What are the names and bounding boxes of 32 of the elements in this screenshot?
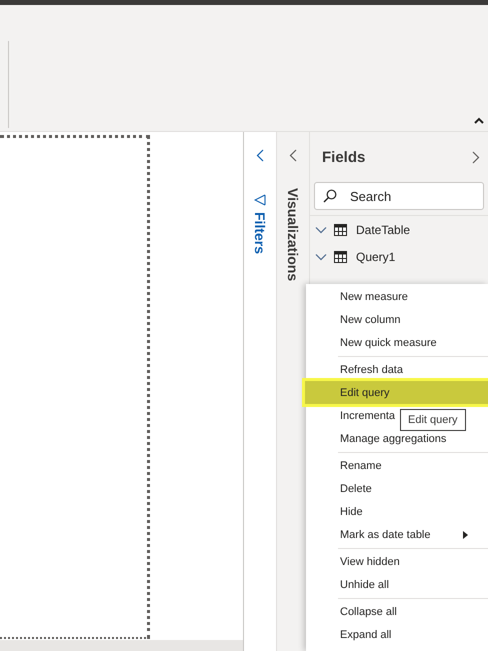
chevron-right-icon[interactable] bbox=[472, 150, 480, 164]
menu-item[interactable]: New measure bbox=[340, 290, 408, 302]
search-field[interactable]: Search bbox=[314, 182, 484, 210]
scrollbar[interactable] bbox=[0, 640, 243, 651]
menu-item[interactable]: Mark as date table bbox=[340, 528, 430, 540]
chevron-left-icon[interactable] bbox=[289, 149, 297, 162]
chevron-icon[interactable] bbox=[315, 226, 327, 234]
visualizations-title[interactable]: Visualizations bbox=[285, 188, 301, 282]
table-name[interactable]: DateTable bbox=[356, 222, 410, 236]
table-icon bbox=[334, 250, 347, 262]
table-name[interactable]: Query1 bbox=[356, 250, 396, 264]
menu-item[interactable]: Edit query bbox=[340, 386, 390, 398]
menu-item[interactable]: Unhide all bbox=[340, 578, 389, 590]
menu-item[interactable]: Delete bbox=[340, 482, 372, 494]
menu-item[interactable]: Refresh data bbox=[340, 364, 403, 376]
menu-item[interactable]: Incrementa bbox=[340, 410, 396, 422]
tooltip: Edit query bbox=[400, 409, 466, 431]
menu-item[interactable]: Manage aggregations bbox=[340, 432, 446, 444]
menu-item[interactable]: New column bbox=[340, 314, 401, 326]
chevron-icon[interactable] bbox=[315, 252, 327, 260]
menu-item[interactable]: Expand all bbox=[340, 628, 392, 640]
table-icon bbox=[334, 224, 347, 236]
chevron-left-icon[interactable] bbox=[256, 149, 264, 162]
menu-item[interactable]: Rename bbox=[340, 460, 382, 472]
filters-title[interactable]: Filters bbox=[252, 212, 268, 254]
menu-item[interactable]: Hide bbox=[340, 506, 363, 518]
menu-item[interactable]: New quick measure bbox=[340, 336, 437, 348]
menu-item[interactable]: Collapse all bbox=[340, 606, 397, 618]
filter-icon bbox=[254, 194, 266, 206]
menu-item[interactable]: View hidden bbox=[340, 556, 400, 568]
fields-title: Fields bbox=[322, 148, 366, 166]
chevron-up-icon[interactable] bbox=[474, 117, 484, 124]
